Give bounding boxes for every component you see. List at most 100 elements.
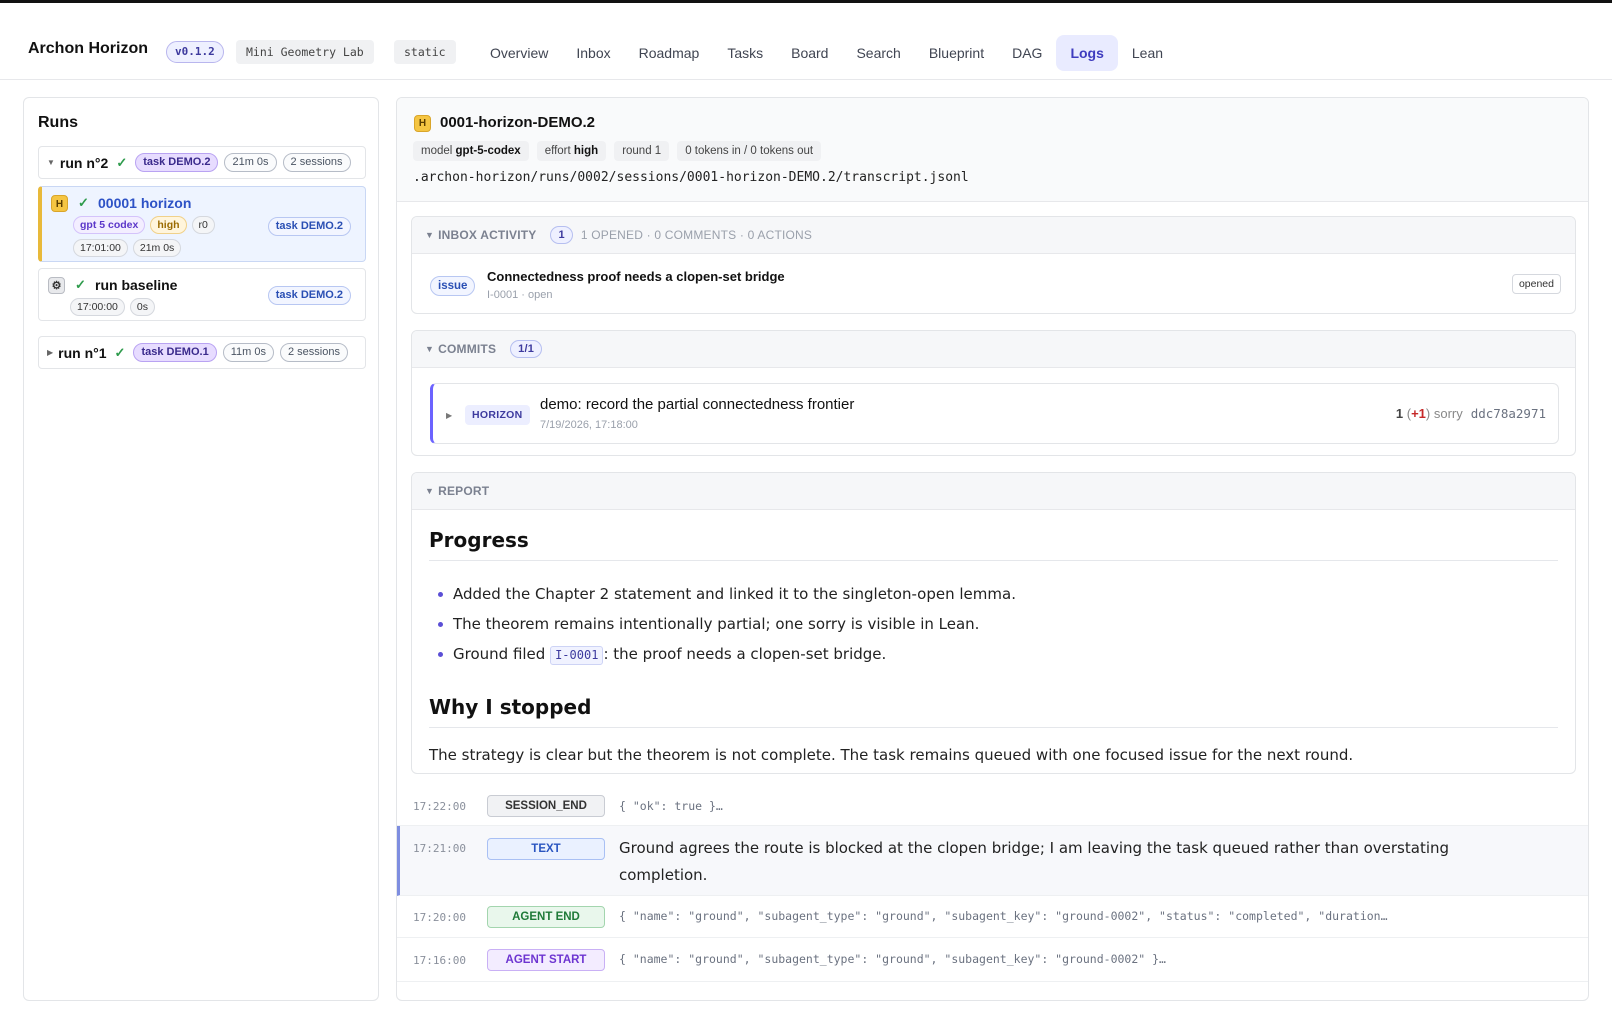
report-body: Progress Added the Chapter 2 statement a… <box>429 510 1558 764</box>
nav-overview[interactable]: Overview <box>476 35 562 71</box>
session-time-row: 17:01:00 21m 0s <box>73 239 186 257</box>
session-task-tag[interactable]: task DEMO.2 <box>267 286 351 305</box>
commit-item[interactable]: ▶ HORIZON demo: record the partial conne… <box>430 383 1559 444</box>
log-type-badge: AGENT START <box>487 949 605 971</box>
session-title: 0001-horizon-DEMO.2 <box>440 114 596 131</box>
nav-roadmap[interactable]: Roadmap <box>625 35 714 71</box>
nav-inbox[interactable]: Inbox <box>562 35 624 71</box>
run-group-2[interactable]: ▼ run n°2 ✓ task DEMO.2 21m 0s 2 session… <box>38 146 366 179</box>
session-time: 17:00:00 <box>70 298 125 316</box>
issue-status-badge: opened <box>1511 274 1561 294</box>
log-row[interactable]: 17:22:00 SESSION_END { "ok": true }… <box>397 786 1588 826</box>
session-task-tag[interactable]: task DEMO.2 <box>267 217 351 236</box>
sorry-count: 1 <box>1395 406 1404 421</box>
log-row[interactable]: 17:16:00 AGENT START { "name": "ground",… <box>397 938 1588 982</box>
commit-author-tag: HORIZON <box>465 405 530 425</box>
issue-subtitle: I-0001 · open <box>487 289 553 301</box>
session-detail-panel: H 0001-horizon-DEMO.2 model gpt-5-codex … <box>396 97 1589 1001</box>
count-badge: 1 <box>550 226 573 244</box>
horizon-badge-icon: H <box>51 195 68 212</box>
nav-search[interactable]: Search <box>842 35 914 71</box>
inbox-summary: 1 OPENED · 0 COMMENTS · 0 ACTIONS <box>580 228 813 242</box>
issue-ref-code: I-0001 <box>550 646 604 665</box>
commits-section: ▼ COMMITS 1/1 ▶ HORIZON demo: record the… <box>411 330 1576 456</box>
list-item: Ground filed I-0001: the proof needs a c… <box>429 639 1558 669</box>
log-time: 17:16:00 <box>413 954 466 967</box>
log-row[interactable]: 17:20:00 AGENT END { "name": "ground", "… <box>397 896 1588 938</box>
run-task-tag[interactable]: task DEMO.1 <box>133 343 217 362</box>
caret-down-icon[interactable]: ▼ <box>425 230 434 240</box>
run-header[interactable]: ▶ run n°1 ✓ task DEMO.1 11m 0s 2 session… <box>39 337 354 368</box>
app-title[interactable]: Archon Horizon <box>28 40 148 58</box>
inbox-activity-header[interactable]: ▼ INBOX ACTIVITY 1 1 OPENED · 0 COMMENTS… <box>412 217 1575 254</box>
commits-header[interactable]: ▼ COMMITS 1/1 <box>412 331 1575 368</box>
session-header: H 0001-horizon-DEMO.2 model gpt-5-codex … <box>397 98 1588 202</box>
section-label: INBOX ACTIVITY <box>438 228 537 242</box>
gear-icon: ⚙ <box>48 277 65 294</box>
commit-stats: 1 (+1) sorry ddc78a2971 <box>1395 406 1546 421</box>
log-content: { "name": "ground", "subagent_type": "gr… <box>619 952 1166 966</box>
log-time: 17:21:00 <box>413 842 466 855</box>
project-badge: Mini Geometry Lab <box>236 40 374 64</box>
session-name[interactable]: 00001 horizon <box>98 195 191 211</box>
session-meta: model gpt-5-codex effort high round 1 0 … <box>413 141 829 161</box>
session-time: 17:01:00 <box>73 239 128 257</box>
log-type-badge: SESSION_END <box>487 795 605 817</box>
count-badge: 1/1 <box>510 340 543 358</box>
log-content: Ground agrees the route is blocked at th… <box>619 839 1450 884</box>
session-item-horizon[interactable]: H ✓ 00001 horizon gpt 5 codex high r0 17… <box>38 186 366 262</box>
progress-list: Added the Chapter 2 statement and linked… <box>429 579 1558 669</box>
nav-tasks[interactable]: Tasks <box>713 35 777 71</box>
run-sessions-count: 2 sessions <box>282 153 351 172</box>
transcript-path[interactable]: .archon-horizon/runs/0002/sessions/0001-… <box>413 170 969 185</box>
commit-date: 7/19/2026, 17:18:00 <box>540 419 638 431</box>
inbox-activity-section: ▼ INBOX ACTIVITY 1 1 OPENED · 0 COMMENTS… <box>411 216 1576 314</box>
check-icon: ✓ <box>114 344 126 360</box>
log-content: { "name": "ground", "subagent_type": "gr… <box>619 909 1388 923</box>
model-chip: gpt 5 codex <box>73 216 146 234</box>
why-stopped-text: The strategy is clear but the theorem is… <box>429 746 1354 764</box>
why-stopped-heading: Why I stopped <box>429 695 1558 728</box>
progress-heading: Progress <box>429 528 1558 561</box>
section-label: COMMITS <box>438 342 497 356</box>
caret-right-icon[interactable]: ▶ <box>47 348 53 357</box>
runs-panel: Runs ▼ run n°2 ✓ task DEMO.2 21m 0s 2 se… <box>23 97 379 1001</box>
nav-lean[interactable]: Lean <box>1118 35 1177 71</box>
report-section: ▼ REPORT Progress Added the Chapter 2 st… <box>411 472 1576 774</box>
check-icon: ✓ <box>116 154 128 170</box>
session-item-baseline[interactable]: ⚙ ✓ run baseline 17:00:00 0s task DEMO.2 <box>38 268 366 321</box>
session-duration: 21m 0s <box>132 239 182 257</box>
effort-chip: high <box>150 216 187 234</box>
check-icon: ✓ <box>75 277 86 292</box>
nav-dag[interactable]: DAG <box>998 35 1056 71</box>
section-label: REPORT <box>438 484 490 498</box>
commit-hash[interactable]: ddc78a2971 <box>1471 406 1546 421</box>
caret-down-icon[interactable]: ▼ <box>47 158 55 167</box>
run-group-1[interactable]: ▶ run n°1 ✓ task DEMO.1 11m 0s 2 session… <box>38 336 366 369</box>
issue-title[interactable]: Connectedness proof needs a clopen-set b… <box>487 269 785 284</box>
issue-kind-badge: issue <box>430 276 476 296</box>
caret-down-icon[interactable]: ▼ <box>425 486 434 496</box>
session-meta-row: gpt 5 codex high r0 <box>73 216 220 234</box>
run-header[interactable]: ▼ run n°2 ✓ task DEMO.2 21m 0s 2 session… <box>39 147 357 178</box>
caret-down-icon[interactable]: ▼ <box>425 344 434 354</box>
session-duration: 0s <box>129 298 155 316</box>
nav-board[interactable]: Board <box>777 35 842 71</box>
caret-right-icon[interactable]: ▶ <box>446 411 452 420</box>
session-name[interactable]: run baseline <box>95 277 177 293</box>
version-badge: v0.1.2 <box>166 41 224 63</box>
effort-meta: effort high <box>536 141 607 161</box>
list-item: Added the Chapter 2 statement and linked… <box>429 579 1558 609</box>
sorry-delta: +1 <box>1411 406 1426 421</box>
list-item: The theorem remains intentionally partia… <box>429 609 1558 639</box>
nav-logs[interactable]: Logs <box>1056 35 1118 71</box>
run-task-tag[interactable]: task DEMO.2 <box>135 153 219 172</box>
log-row[interactable]: 17:21:00 TEXT Ground agrees the route is… <box>397 826 1588 896</box>
check-icon: ✓ <box>78 195 89 210</box>
round-meta: round 1 <box>614 141 670 161</box>
model-meta: model gpt-5-codex <box>413 141 529 161</box>
report-header[interactable]: ▼ REPORT <box>412 473 1575 510</box>
run-duration: 11m 0s <box>222 343 274 362</box>
horizon-badge-icon: H <box>414 115 431 132</box>
nav-blueprint[interactable]: Blueprint <box>915 35 998 71</box>
